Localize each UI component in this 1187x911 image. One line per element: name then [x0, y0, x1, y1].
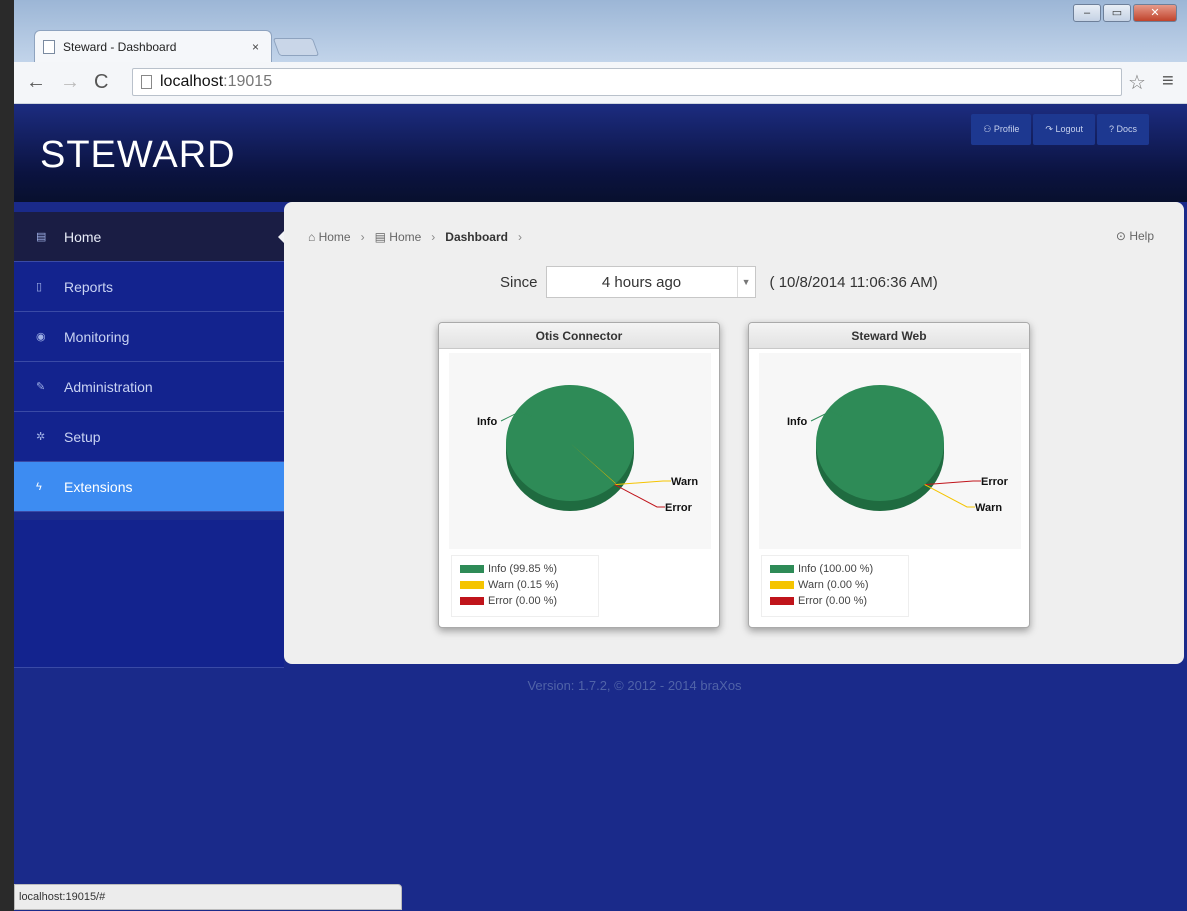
breadcrumb-separator: › — [517, 230, 522, 244]
sidebar-item-label: Administration — [64, 378, 153, 395]
breadcrumb-home-link[interactable]: ⌂ Home — [308, 230, 351, 244]
breadcrumb-separator: › — [360, 230, 365, 244]
since-label: Since — [500, 273, 538, 291]
pie-label-info: Info — [477, 416, 497, 428]
profile-button[interactable]: ⚇ Profile — [971, 114, 1032, 145]
back-arrow-icon[interactable]: ← — [26, 71, 46, 94]
forward-arrow-icon[interactable]: → — [60, 71, 80, 94]
chart-plot-area: Info Warn Error — [449, 353, 711, 549]
legend-swatch — [460, 565, 484, 573]
pie-label-warn: Warn — [975, 502, 1002, 514]
pie-slice-info[interactable] — [505, 385, 634, 502]
sidebar-item-home[interactable]: ▤ Home — [14, 212, 286, 262]
sidebar: ▤ Home ▯ Reports ◉ Monitoring ✎ Administ… — [14, 212, 286, 512]
url-host: localhost — [160, 73, 224, 90]
url-port: :19015 — [223, 73, 273, 90]
chart-plot-area: Info Error Warn — [759, 353, 1021, 549]
bookmark-star-icon[interactable]: ☆ — [1128, 70, 1146, 95]
pie-label-warn: Warn — [671, 476, 698, 488]
chart-legend: Info (100.00 %) Warn (0.00 %) Error (0.0… — [761, 555, 909, 617]
pie-chart: Info Warn Error — [477, 385, 698, 514]
since-selected-value: 4 hours ago — [601, 273, 682, 291]
header-buttons: ⚇ Profile ↷ Logout ? Docs — [971, 114, 1149, 145]
legend-item-info[interactable]: Info (100.00 %) — [770, 561, 900, 577]
page-icon — [141, 75, 152, 89]
new-tab-button[interactable] — [272, 38, 320, 56]
legend-item-info[interactable]: Info (99.85 %) — [460, 561, 590, 577]
docs-button[interactable]: ? Docs — [1096, 114, 1149, 145]
browser-window: Steward - Dashboard × – ▭ ✕ ← → C localh… — [0, 0, 1187, 911]
eye-icon: ◉ — [36, 331, 46, 343]
close-window-button[interactable]: ✕ — [1133, 4, 1177, 22]
footer-version: Version: 1.7.2, © 2012 - 2014 braXos — [527, 678, 742, 693]
tab-close-icon[interactable]: × — [252, 40, 259, 54]
wrench-icon: ✎ — [36, 381, 46, 393]
legend-item-error[interactable]: Error (0.00 %) — [770, 593, 900, 609]
pie-slice-info[interactable] — [816, 385, 944, 501]
label-leader — [924, 484, 975, 508]
bolt-icon: ϟ — [36, 480, 42, 493]
sidebar-item-monitoring[interactable]: ◉ Monitoring — [14, 312, 284, 362]
chart-title: Otis Connector — [439, 323, 719, 349]
reload-icon[interactable]: C — [94, 71, 108, 94]
chart-legend: Info (99.85 %) Warn (0.15 %) Error (0.00… — [451, 555, 599, 617]
chart-card-otis-connector: Otis Connector Info Warn Error Info (99.85… — [438, 322, 720, 628]
breadcrumb-separator: › — [431, 230, 436, 244]
legend-swatch — [770, 565, 794, 573]
sidebar-item-label: Reports — [64, 278, 114, 295]
chevron-down-icon: ▼ — [736, 267, 755, 297]
chart-title: Steward Web — [749, 323, 1029, 349]
legend-item-warn[interactable]: Warn (0.15 %) — [460, 577, 590, 593]
tab-strip: Steward - Dashboard × – ▭ ✕ — [14, 0, 1187, 62]
minimize-button[interactable]: – — [1073, 4, 1101, 22]
window-controls: – ▭ ✕ — [1073, 4, 1177, 22]
legend-swatch — [770, 581, 794, 589]
status-bar-url: localhost:19015/# — [14, 884, 402, 910]
since-dropdown[interactable]: 4 hours ago ▼ — [545, 266, 756, 298]
pie-chart: Info Error Warn — [787, 385, 1009, 514]
menu-icon[interactable]: ≡ — [1162, 70, 1174, 93]
favicon-icon — [43, 39, 55, 54]
sidebar-item-administration[interactable]: ✎ Administration — [14, 362, 284, 412]
legend-item-error[interactable]: Error (0.00 %) — [460, 593, 590, 609]
sidebar-item-label: Monitoring — [64, 328, 130, 345]
legend-swatch — [770, 597, 794, 605]
maximize-button[interactable]: ▭ — [1103, 4, 1131, 22]
since-timestamp: ( 10/8/2014 11:06:36 AM) — [769, 273, 938, 291]
app-logo[interactable]: STEWARD — [40, 134, 236, 177]
tab-title: Steward - Dashboard — [63, 39, 177, 54]
logout-button[interactable]: ↷ Logout — [1033, 114, 1095, 145]
legend-item-warn[interactable]: Warn (0.00 %) — [770, 577, 900, 593]
gear-icon: ✲ — [36, 431, 46, 443]
web-page: STEWARD ⚇ Profile ↷ Logout ? Docs ▤ Home… — [14, 104, 1187, 911]
breadcrumb: ⌂ Home › ▤ Home › Dashboard › — [284, 216, 1184, 258]
app-header: STEWARD ⚇ Profile ↷ Logout ? Docs — [14, 104, 1187, 202]
sidebar-empty-area — [14, 520, 284, 668]
sidebar-item-label: Extensions — [64, 478, 133, 495]
pie-label-info: Info — [787, 416, 807, 428]
since-filter: Since 4 hours ago ▼ ( 10/8/2014 11:06:36… — [500, 266, 938, 298]
sidebar-item-label: Home — [64, 228, 102, 245]
breadcrumb-home2-link[interactable]: ▤ Home — [375, 230, 422, 244]
label-leader — [614, 484, 665, 508]
sidebar-item-label: Setup — [64, 428, 101, 445]
sidebar-item-setup[interactable]: ✲ Setup — [14, 412, 284, 462]
sidebar-item-extensions[interactable]: ϟ Extensions — [14, 462, 284, 512]
document-icon: ▯ — [36, 281, 43, 293]
breadcrumb-current: Dashboard — [445, 230, 508, 244]
help-link[interactable]: ⊙ Help — [1116, 229, 1154, 243]
chart-icon: ▤ — [36, 231, 47, 243]
window-edge — [0, 0, 14, 911]
main-content: ⌂ Home › ▤ Home › Dashboard › ⊙ Help Sin… — [284, 202, 1184, 664]
chart-card-steward-web: Steward Web Info Error Warn Info (100.00 %… — [748, 322, 1030, 628]
pie-label-error: Error — [981, 476, 1009, 488]
pie-label-error: Error — [665, 502, 693, 514]
legend-swatch — [460, 581, 484, 589]
address-bar[interactable]: localhost :19015 — [132, 68, 1122, 96]
legend-swatch — [460, 597, 484, 605]
browser-toolbar: ← → C localhost :19015 ☆ ≡ — [14, 62, 1187, 104]
sidebar-item-reports[interactable]: ▯ Reports — [14, 262, 284, 312]
browser-tab[interactable]: Steward - Dashboard × — [34, 30, 272, 62]
